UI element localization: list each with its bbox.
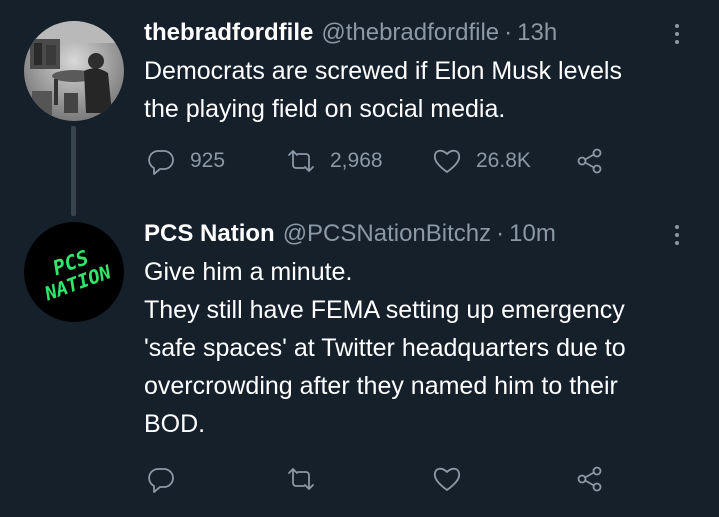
reply-button[interactable] <box>146 459 176 499</box>
tweet-timestamp[interactable]: 10m <box>509 217 556 251</box>
author-handle[interactable]: @PCSNationBitchz <box>283 217 491 251</box>
like-button[interactable]: 26.8K <box>432 141 531 181</box>
tweet-text: Democrats are screwed if Elon Musk level… <box>144 57 622 123</box>
tweet-text: Give him a minute. They still have FEMA … <box>144 258 626 438</box>
like-count: 26.8K <box>476 149 531 172</box>
retweet-count: 2,968 <box>330 149 383 172</box>
pcs-nation-logo: PCS NATION <box>24 222 124 322</box>
share-icon <box>577 466 602 492</box>
share-icon <box>577 148 602 174</box>
retweet-icon <box>288 468 314 490</box>
retweet-icon <box>288 150 314 172</box>
reply-icon <box>148 468 174 493</box>
more-icon[interactable] <box>665 22 689 46</box>
tweet-content: thebradfordfile @thebradfordfile · 13h D… <box>144 16 689 128</box>
share-button[interactable] <box>575 459 605 499</box>
tweet-header: PCS Nation @PCSNationBitchz · 10m <box>144 217 689 251</box>
avatar-thebradfordfile[interactable] <box>24 21 124 121</box>
reply-button[interactable]: 925 <box>146 141 225 181</box>
tweet-timestamp[interactable]: 13h <box>517 16 557 50</box>
more-icon[interactable] <box>665 223 689 247</box>
tweet-pcs-nation[interactable]: PCS NATION PCS Nation @PCSNationBitchz ·… <box>0 203 719 517</box>
author-name[interactable]: PCS Nation <box>144 217 275 251</box>
like-icon <box>433 467 461 491</box>
author-name[interactable]: thebradfordfile <box>144 16 313 50</box>
tweet-content: PCS Nation @PCSNationBitchz · 10m Give h… <box>144 217 689 443</box>
tweet-thread: thebradfordfile @thebradfordfile · 13h D… <box>0 0 719 517</box>
like-button[interactable] <box>432 459 462 499</box>
avatar-pcs-nation[interactable]: PCS NATION <box>24 222 124 322</box>
retweet-button[interactable] <box>286 459 316 499</box>
separator-dot: · <box>504 19 513 46</box>
author-handle[interactable]: @thebradfordfile <box>321 16 499 50</box>
tweet-header: thebradfordfile @thebradfordfile · 13h <box>144 16 689 50</box>
share-button[interactable] <box>575 141 605 181</box>
avatar-photo <box>24 21 124 121</box>
tweet-actions <box>144 459 614 499</box>
tweet-actions: 925 2,968 26.8K <box>144 141 614 181</box>
reply-count: 925 <box>190 149 226 172</box>
retweet-button[interactable]: 2,968 <box>286 141 383 181</box>
like-icon <box>433 149 461 173</box>
tweet-thebradfordfile[interactable]: thebradfordfile @thebradfordfile · 13h D… <box>0 0 719 216</box>
separator-dot: · <box>496 220 505 247</box>
reply-icon <box>148 150 174 175</box>
